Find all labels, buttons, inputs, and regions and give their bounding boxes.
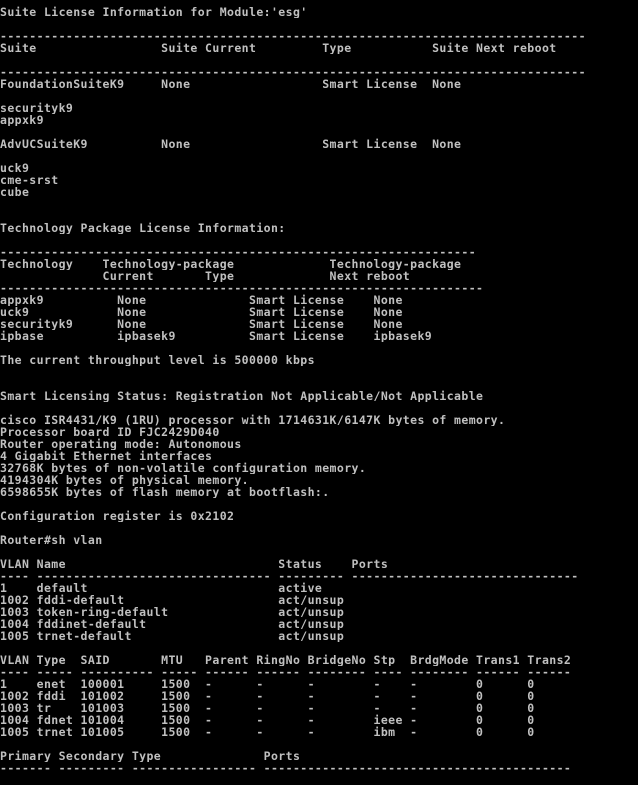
terminal-line: Configuration register is 0x2102 [0,510,235,522]
terminal-line: appxk9 [0,114,44,126]
terminal-line: Processor board ID FJC2429D040 [0,426,220,438]
terminal-line: Primary Secondary Type Ports [0,750,301,762]
terminal-line: FoundationSuiteK9 None Smart License Non… [0,78,462,90]
terminal-line: ---- -------------------------------- --… [0,570,579,582]
terminal-line: cme-srst [0,174,59,186]
terminal-line: 4194304K bytes of physical memory. [0,474,250,486]
terminal-line: AdvUCSuiteK9 None Smart License None [0,138,462,150]
terminal-line: Current Type Next reboot [0,270,411,282]
terminal-line: cube [0,186,30,198]
terminal-line: 1002 fddi 101002 1500 - - - - - 0 0 [0,690,535,702]
terminal-line: ----------------------------------------… [0,246,477,258]
terminal-line: 1005 trnet-default act/unsup [0,630,345,642]
terminal-line: Technology Technology-package Technology… [0,258,462,270]
terminal-line: 1 enet 100001 1500 - - - - - 0 0 [0,678,535,690]
terminal-window[interactable]: Suite License Information for Module:'es… [0,0,638,785]
terminal-line: 1003 token-ring-default act/unsup [0,606,345,618]
terminal-line: ---- ----- ---------- ----- ------ -----… [0,666,572,678]
terminal-line: cisco ISR4431/K9 (1RU) processor with 17… [0,414,506,426]
terminal-line: 4 Gigabit Ethernet interfaces [0,450,213,462]
terminal-line: ipbase ipbasek9 Smart License ipbasek9 [0,330,433,342]
terminal-line: Smart Licensing Status: Registration Not… [0,390,484,402]
terminal-line: Router operating mode: Autonomous [0,438,242,450]
terminal-line: Router#sh vlan [0,534,103,546]
terminal-line: uck9 [0,162,30,174]
terminal-line: ----------------------------------------… [0,66,586,78]
terminal-line: Suite Suite Current Type Suite Next rebo… [0,42,557,54]
terminal-line: securityk9 [0,102,74,114]
terminal-line: The current throughput level is 500000 k… [0,354,315,366]
terminal-line: 6598655K bytes of flash memory at bootfl… [0,486,330,498]
terminal-line: 1005 trnet 101005 1500 - - - ibm - 0 0 [0,726,535,738]
terminal-line: 1004 fdnet 101004 1500 - - - ieee - 0 0 [0,714,535,726]
terminal-line: 1004 fddinet-default act/unsup [0,618,345,630]
terminal-line: 1002 fddi-default act/unsup [0,594,345,606]
terminal-line: Technology Package License Information: [0,222,286,234]
terminal-line: VLAN Type SAID MTU Parent RingNo BridgeN… [0,654,572,666]
terminal-line: securityk9 None Smart License None [0,318,403,330]
terminal-line: ----------------------------------------… [0,30,586,42]
terminal-line: 32768K bytes of non-volatile configurati… [0,462,367,474]
terminal-line: ----------------------------------------… [0,282,484,294]
terminal-line: VLAN Name Status Ports [0,558,389,570]
terminal-line: uck9 None Smart License None [0,306,403,318]
terminal-line: 1003 tr 101003 1500 - - - - - 0 0 [0,702,535,714]
terminal-line: ------- --------- ----------------- ----… [0,762,572,774]
terminal-line: 1 default active [0,582,323,594]
terminal-line: Suite License Information for Module:'es… [0,6,308,18]
terminal-line: appxk9 None Smart License None [0,294,403,306]
